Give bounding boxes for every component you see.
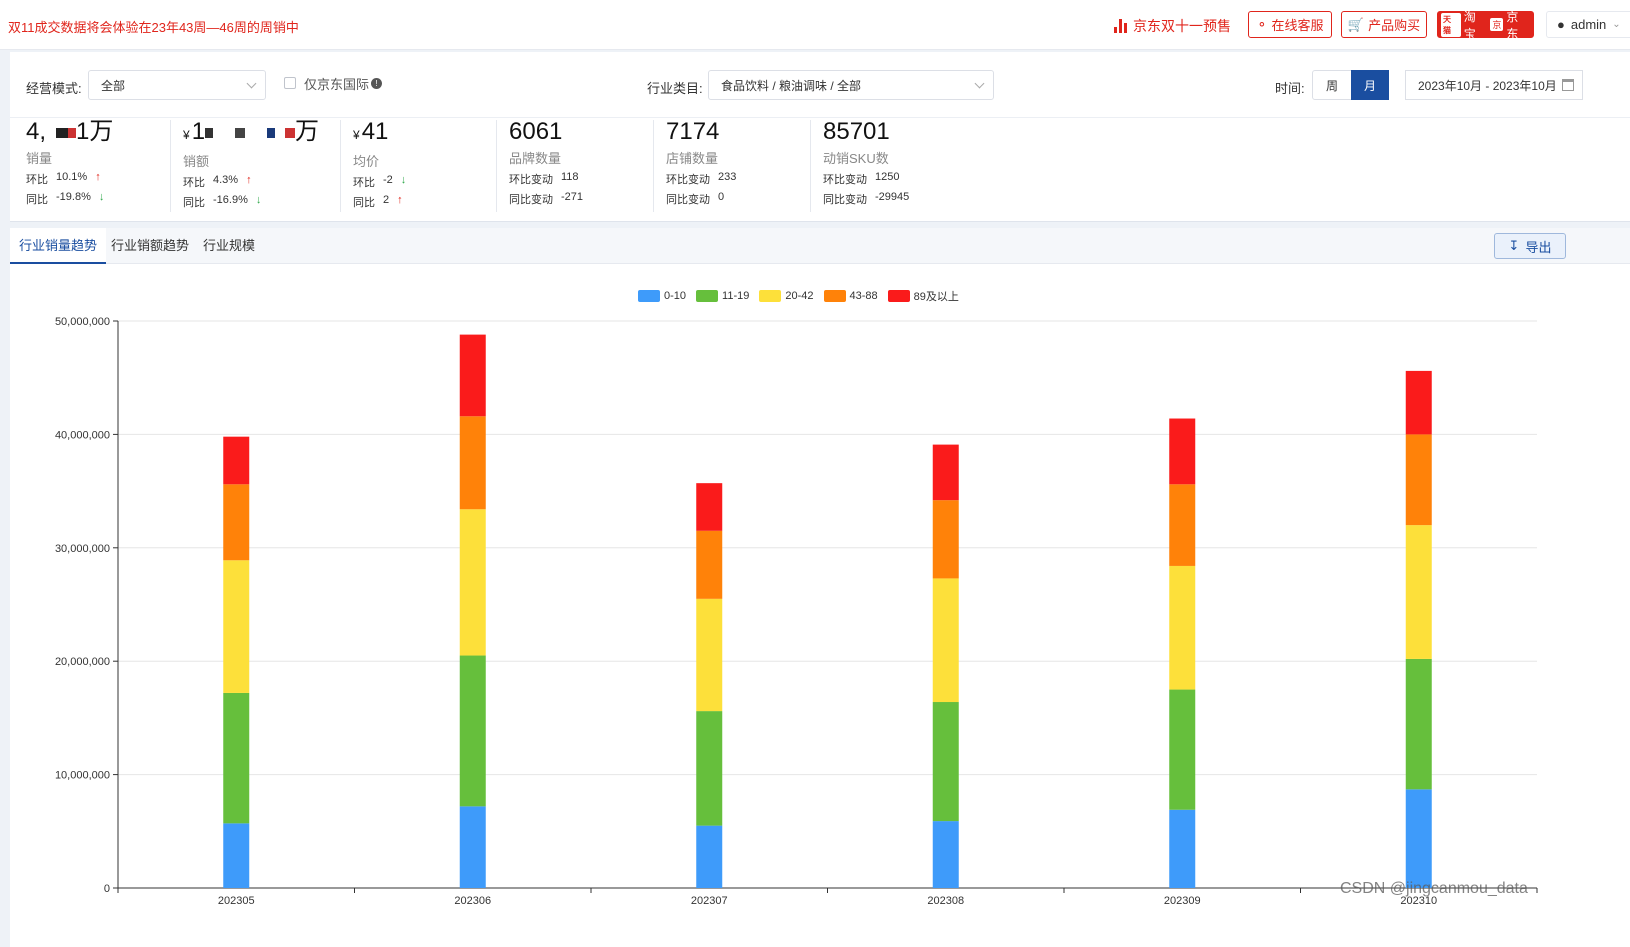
bar-segment[interactable]	[459, 334, 486, 417]
bar-segment[interactable]	[223, 560, 250, 693]
bar-segment[interactable]	[696, 483, 723, 531]
y-tick-label: 20,000,000	[55, 656, 110, 668]
y-tick-label: 40,000,000	[55, 429, 110, 441]
bar-segment[interactable]	[1405, 525, 1432, 659]
bar-segment[interactable]	[459, 416, 486, 510]
bar-segment[interactable]	[1169, 418, 1196, 485]
bar-segment[interactable]	[932, 702, 959, 822]
bar-segment[interactable]	[696, 711, 723, 826]
bar-segment[interactable]	[223, 692, 250, 824]
x-tick-label: 202308	[927, 895, 964, 907]
y-tick-label: 50,000,000	[55, 316, 110, 328]
x-tick-label: 202309	[1164, 895, 1201, 907]
bar-segment[interactable]	[459, 509, 486, 656]
stacked-bar-chart: 0 10,000,000 20,000,000 30,000,000 40,000,00…	[55, 316, 1538, 907]
bar-segment[interactable]	[1169, 484, 1196, 566]
bar-segment[interactable]	[1405, 370, 1432, 435]
bar-segment[interactable]	[459, 806, 486, 888]
bar-segment[interactable]	[1405, 434, 1432, 526]
x-tick-label: 202305	[218, 895, 255, 907]
bar-segment[interactable]	[932, 578, 959, 703]
bar-segment[interactable]	[932, 500, 959, 579]
bar-segment[interactable]	[1169, 689, 1196, 810]
bar-segment[interactable]	[223, 484, 250, 561]
bar-segment[interactable]	[1169, 565, 1196, 690]
y-tick-label: 30,000,000	[55, 543, 110, 555]
y-tick-label: 10,000,000	[55, 770, 110, 782]
x-tick-label: 202307	[691, 895, 728, 907]
x-tick-label: 202306	[454, 895, 491, 907]
bar-segment[interactable]	[223, 823, 250, 888]
bar-segment[interactable]	[932, 444, 959, 501]
bar-segment[interactable]	[696, 825, 723, 888]
bar-segment[interactable]	[1405, 658, 1432, 790]
y-tick-label: 0	[104, 883, 110, 895]
bar-segment[interactable]	[1169, 809, 1196, 888]
bar-segment[interactable]	[1405, 789, 1432, 888]
bar-segment[interactable]	[459, 655, 486, 807]
bar-segment[interactable]	[223, 436, 250, 485]
bar-segment[interactable]	[696, 598, 723, 712]
watermark: CSDN @jingcanmou_data	[1340, 880, 1528, 897]
bar-segment[interactable]	[696, 530, 723, 599]
bar-segment[interactable]	[932, 821, 959, 888]
